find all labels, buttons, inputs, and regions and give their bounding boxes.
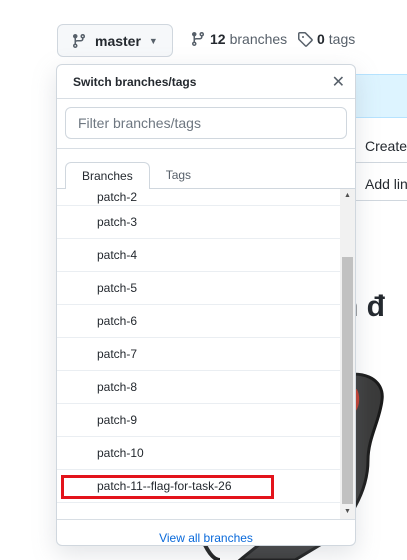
page: master ▼ 12 branches 0 tags Create Add l… xyxy=(0,0,407,560)
scroll-down-arrow-icon[interactable]: ▼ xyxy=(340,505,355,519)
branch-item-patch-5[interactable]: patch-5 xyxy=(57,272,341,305)
branch-item-patch-10[interactable]: patch-10 xyxy=(57,437,341,470)
branch-item-patch-3[interactable]: patch-3 xyxy=(57,206,341,239)
branch-switch-dropdown: Switch branches/tags ✕ Branches Tags pat… xyxy=(56,64,356,546)
branches-link[interactable]: 12 branches xyxy=(190,31,287,47)
git-branch-icon xyxy=(191,32,204,47)
close-icon[interactable]: ✕ xyxy=(332,72,345,92)
branch-list: patch-2 patch-3 patch-4 patch-5 patch-6 … xyxy=(57,189,355,519)
branch-item-patch-7[interactable]: patch-7 xyxy=(57,338,341,371)
tags-count: 0 xyxy=(317,31,325,47)
dropdown-title: Switch branches/tags xyxy=(73,74,197,89)
branch-item-patch-9[interactable]: patch-9 xyxy=(57,404,341,437)
filter-branches-input[interactable] xyxy=(65,107,347,139)
branch-select-button[interactable]: master ▼ xyxy=(57,24,173,57)
branch-item-patch-8[interactable]: patch-8 xyxy=(57,371,341,404)
branch-item-patch-4[interactable]: patch-4 xyxy=(57,239,341,272)
dropdown-footer: View all branches xyxy=(57,519,355,545)
tab-tags[interactable]: Tags xyxy=(150,162,207,188)
view-all-branches-link[interactable]: View all branches xyxy=(159,531,253,545)
branch-list-scrollbar[interactable]: ▲ ▼ xyxy=(340,189,355,519)
scrollbar-thumb[interactable] xyxy=(342,257,353,504)
dropdown-header: Switch branches/tags ✕ xyxy=(57,65,355,99)
branch-select-label: master xyxy=(95,32,141,49)
branch-item-label: patch-11--flag-for-task-26 xyxy=(97,479,232,493)
git-branch-icon xyxy=(72,33,85,48)
branch-item-patch-2[interactable]: patch-2 xyxy=(57,189,341,206)
tag-icon xyxy=(298,32,313,47)
chevron-down-icon: ▼ xyxy=(148,35,158,46)
branches-label: branches xyxy=(229,31,288,47)
branch-item-patch-6[interactable]: patch-6 xyxy=(57,305,341,338)
scroll-up-arrow-icon[interactable]: ▲ xyxy=(340,189,355,203)
tags-link[interactable]: 0 tags xyxy=(297,31,355,47)
dropdown-tabs: Branches Tags xyxy=(57,157,355,189)
tab-branches[interactable]: Branches xyxy=(65,162,150,189)
filter-wrapper xyxy=(57,99,355,149)
branch-item-patch-11-flag[interactable]: patch-11--flag-for-task-26 xyxy=(57,470,341,503)
tags-label: tags xyxy=(328,31,356,47)
branches-count: 12 xyxy=(210,31,226,47)
